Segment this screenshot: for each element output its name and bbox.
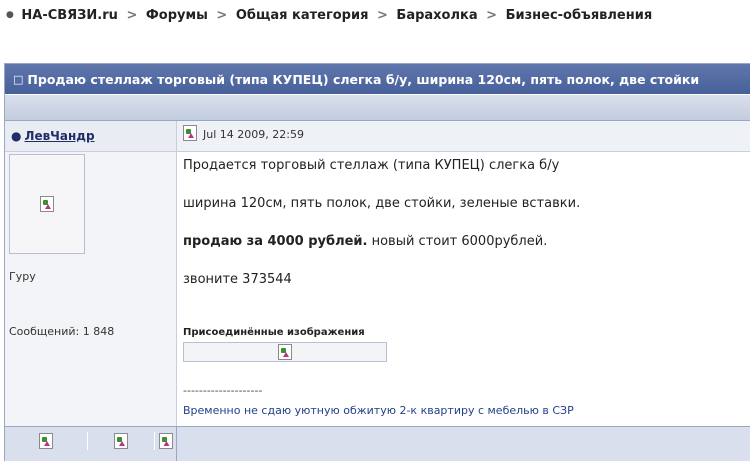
avatar [9, 154, 85, 254]
post-footer-buttons [5, 427, 177, 461]
post-text-line: Продается торговый стеллаж (типа КУПЕЦ) … [183, 158, 560, 173]
attachment-thumbnail[interactable] [183, 342, 387, 362]
signature-divider: -------------------- [183, 384, 263, 397]
post-phone-line: звоните 373544 [183, 272, 292, 287]
post-icon-broken-image-icon [183, 125, 197, 141]
breadcrumb-home-link[interactable]: НА-СВЯЗИ.ru [21, 8, 118, 23]
post-author-cell: ● ЛевЧандр [5, 121, 177, 151]
breadcrumb-current-link[interactable]: Бизнес-объявления [506, 8, 653, 23]
attachment-broken-image-icon [278, 344, 292, 360]
message-broken-image-icon [114, 433, 128, 449]
breadcrumb: ● НА-СВЯЗИ.ru > Форумы > Общая категория… [6, 8, 652, 23]
post-text-line: ширина 120см, пять полок, две стойки, зе… [183, 196, 581, 211]
profile-broken-image-icon [39, 433, 53, 449]
topic-title-bar: □ Продаю стеллаж торговый (типа КУПЕЦ) сл… [5, 64, 750, 94]
profile-button[interactable] [5, 432, 88, 450]
author-name-link[interactable]: ЛевЧандр [24, 129, 94, 143]
author-sidebar: Гуру Сообщений: 1 848 [5, 152, 177, 426]
attachments-label: Присоединённые изображения [183, 327, 365, 338]
topic-container: □ Продаю стеллаж торговый (типа КУПЕЦ) сл… [4, 63, 750, 461]
post-date: Jul 14 2009, 22:59 [203, 128, 304, 141]
breadcrumb-bullet-icon: ● [6, 10, 14, 20]
author-rank: Гуру [9, 270, 36, 283]
signature-text: Временно не сдаю уютную обжитую 2-к квар… [183, 404, 574, 417]
breadcrumb-separator: > [376, 8, 388, 23]
breadcrumb-forums-link[interactable]: Форумы [146, 8, 208, 23]
topic-subbar [5, 94, 750, 121]
topic-square-icon: □ [13, 73, 24, 86]
post-body: Гуру Сообщений: 1 848 Продается торговый… [5, 152, 750, 426]
post-footer [5, 426, 750, 461]
breadcrumb-separator: > [486, 8, 498, 23]
breadcrumb-separator: > [126, 8, 138, 23]
breadcrumb-separator: > [216, 8, 228, 23]
author-bullet-icon: ● [11, 129, 22, 143]
post-price-line: продаю за 4000 рублей. новый стоит 6000р… [183, 234, 547, 249]
post-content: Продается торговый стеллаж (типа КУПЕЦ) … [177, 152, 750, 426]
breadcrumb-category-link[interactable]: Общая категория [236, 8, 369, 23]
email-button[interactable] [155, 432, 176, 450]
avatar-broken-image-icon [40, 196, 54, 212]
email-broken-image-icon [158, 433, 173, 449]
post-header: ● ЛевЧандр Jul 14 2009, 22:59 [5, 121, 750, 152]
post-footer-actions [177, 427, 750, 461]
topic-title: Продаю стеллаж торговый (типа КУПЕЦ) сле… [27, 72, 700, 87]
author-post-count: Сообщений: 1 848 [9, 325, 115, 338]
post-price-rest: новый стоит 6000рублей. [367, 234, 548, 249]
message-button[interactable] [88, 432, 155, 450]
breadcrumb-subforum-link[interactable]: Барахолка [396, 8, 477, 23]
post-date-cell: Jul 14 2009, 22:59 [177, 121, 750, 151]
post-price-bold: продаю за 4000 рублей. [183, 234, 368, 249]
